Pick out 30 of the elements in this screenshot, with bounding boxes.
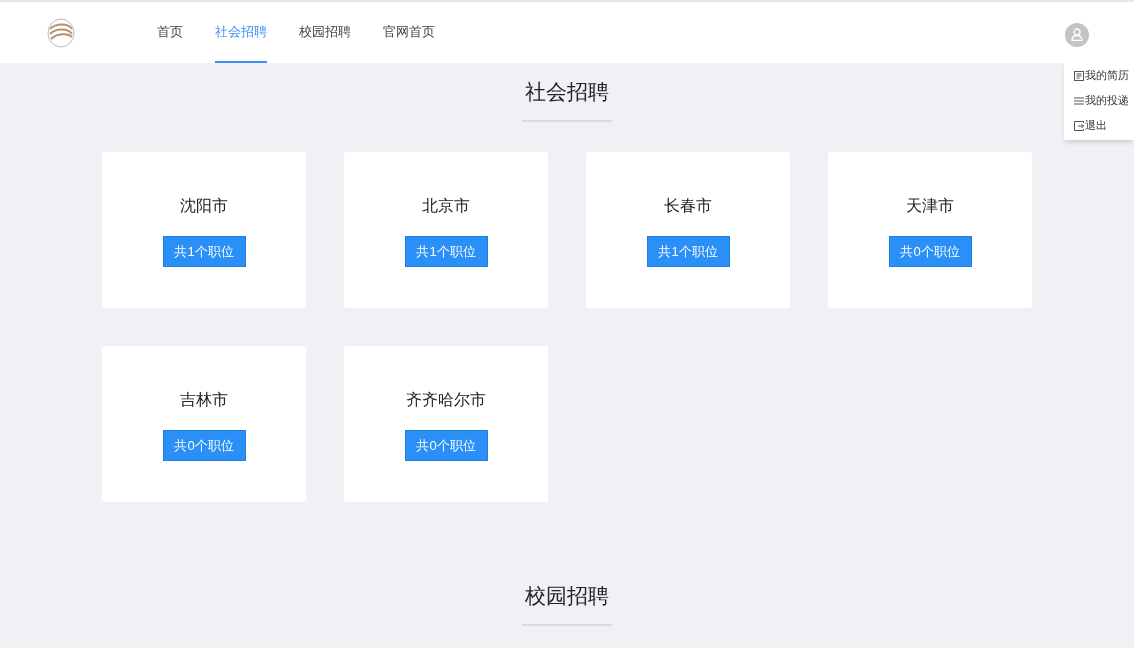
job-count-button[interactable]: 共1个职位 — [404, 236, 488, 267]
avatar[interactable] — [1065, 22, 1089, 47]
menu-item[interactable]: 我的投递 — [1064, 88, 1134, 113]
logout-icon — [1074, 120, 1084, 131]
logo-icon[interactable] — [46, 16, 76, 49]
nav-tab[interactable]: 社会招聘 — [215, 2, 267, 63]
job-count-button[interactable]: 共0个职位 — [404, 430, 488, 461]
user-icon — [1071, 28, 1083, 41]
section-title: 社会招聘 — [525, 79, 609, 105]
menu-item[interactable]: 退出 — [1064, 113, 1134, 138]
nav-tab[interactable]: 首页 — [157, 2, 183, 63]
nav-tab[interactable]: 校园招聘 — [299, 2, 351, 63]
menu-item-label: 我的简历 — [1085, 68, 1129, 84]
city-name: 沈阳市 — [180, 196, 228, 216]
section-title: 校园招聘 — [525, 583, 609, 609]
nav-tab[interactable]: 官网首页 — [383, 2, 435, 63]
menu-item-label: 我的投递 — [1085, 93, 1129, 109]
menu-item-label: 退出 — [1085, 118, 1107, 134]
city-name: 长春市 — [664, 196, 712, 216]
list-icon — [1074, 95, 1084, 106]
city-name: 北京市 — [422, 196, 470, 216]
job-count-button[interactable]: 共1个职位 — [646, 236, 730, 267]
job-count-button[interactable]: 共0个职位 — [162, 430, 246, 461]
job-count-button[interactable]: 共1个职位 — [162, 236, 246, 267]
city-name: 天津市 — [906, 196, 954, 216]
city-name: 齐齐哈尔市 — [406, 390, 486, 410]
document-icon — [1074, 70, 1084, 81]
job-count-button[interactable]: 共0个职位 — [888, 236, 972, 267]
city-name: 吉林市 — [180, 390, 228, 410]
menu-item[interactable]: 我的简历 — [1064, 63, 1134, 88]
